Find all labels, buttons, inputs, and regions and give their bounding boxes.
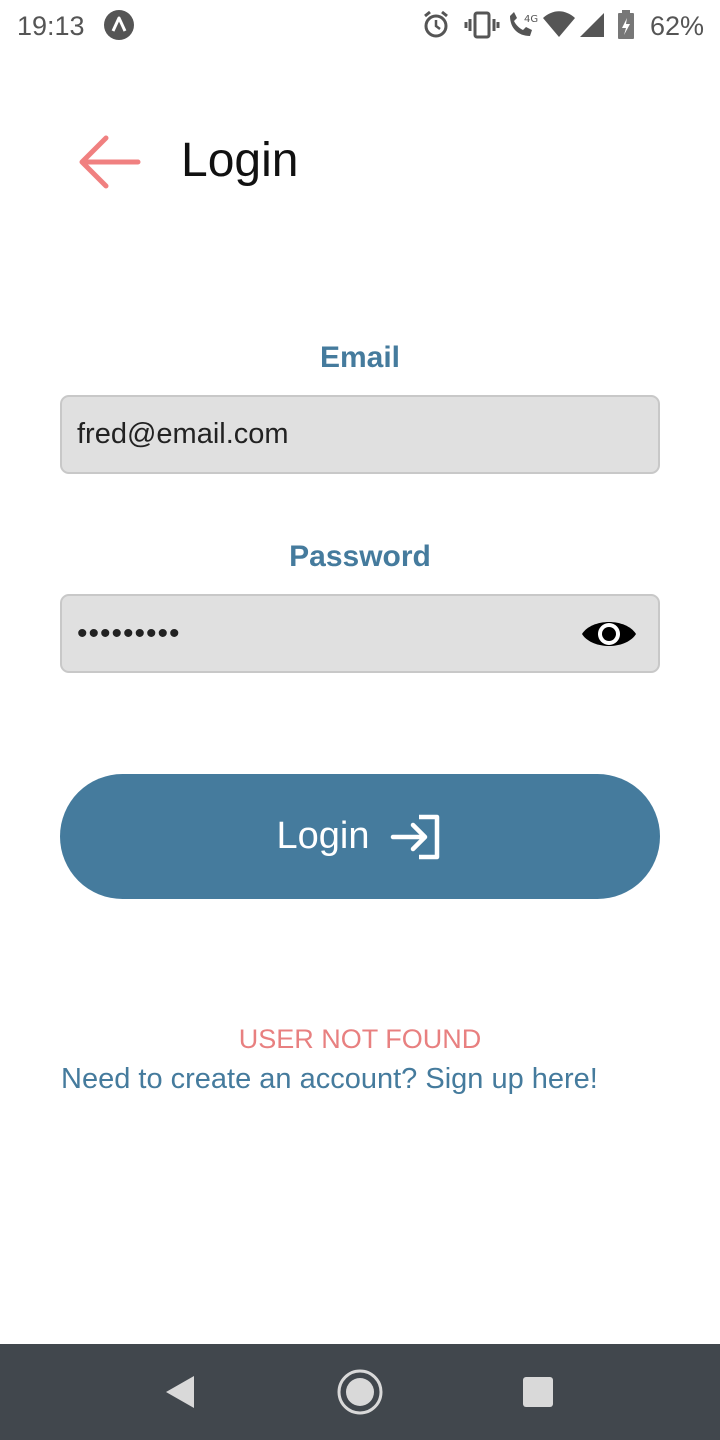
nav-back-button[interactable]: [160, 1372, 200, 1417]
signup-link[interactable]: Need to create an account? Sign up here!: [61, 1059, 598, 1099]
network-type-label: 4G: [524, 14, 538, 25]
app-notification-icon: [104, 10, 134, 40]
navigation-bar: [0, 1344, 720, 1440]
password-label: Password: [289, 540, 431, 573]
email-value: fred@email.com: [77, 418, 289, 450]
battery-percent: 62%: [649, 11, 704, 41]
error-message: USER NOT FOUND: [238, 1024, 482, 1054]
login-button-label: Login: [276, 815, 370, 857]
alarm-icon: [422, 10, 450, 45]
nav-home-button[interactable]: [336, 1368, 384, 1421]
password-value: •••••••••: [77, 617, 181, 650]
login-icon: [391, 814, 440, 859]
home-circle-icon: [337, 1369, 383, 1415]
wifi-icon: [542, 10, 576, 45]
vibrate-icon: [464, 10, 500, 45]
nav-recents-button[interactable]: [522, 1376, 554, 1413]
show-password-toggle[interactable]: [580, 614, 638, 654]
arrow-left-icon: [79, 135, 141, 189]
signal-icon: [578, 10, 606, 45]
email-label: Email: [319, 341, 401, 374]
back-triangle-icon: [166, 1376, 194, 1408]
recents-square-icon: [523, 1377, 553, 1407]
status-time: 19:13: [17, 11, 85, 41]
password-field[interactable]: •••••••••: [60, 594, 660, 673]
eye-icon: [582, 622, 636, 646]
battery-icon: [617, 10, 637, 45]
login-button[interactable]: Login: [60, 774, 660, 899]
status-bar: 19:13 4G 62%: [0, 0, 720, 52]
wifi-calling-icon: 4G: [506, 10, 538, 45]
back-button[interactable]: [70, 126, 150, 198]
page-title: Login: [181, 134, 299, 187]
email-field[interactable]: fred@email.com: [60, 395, 660, 474]
